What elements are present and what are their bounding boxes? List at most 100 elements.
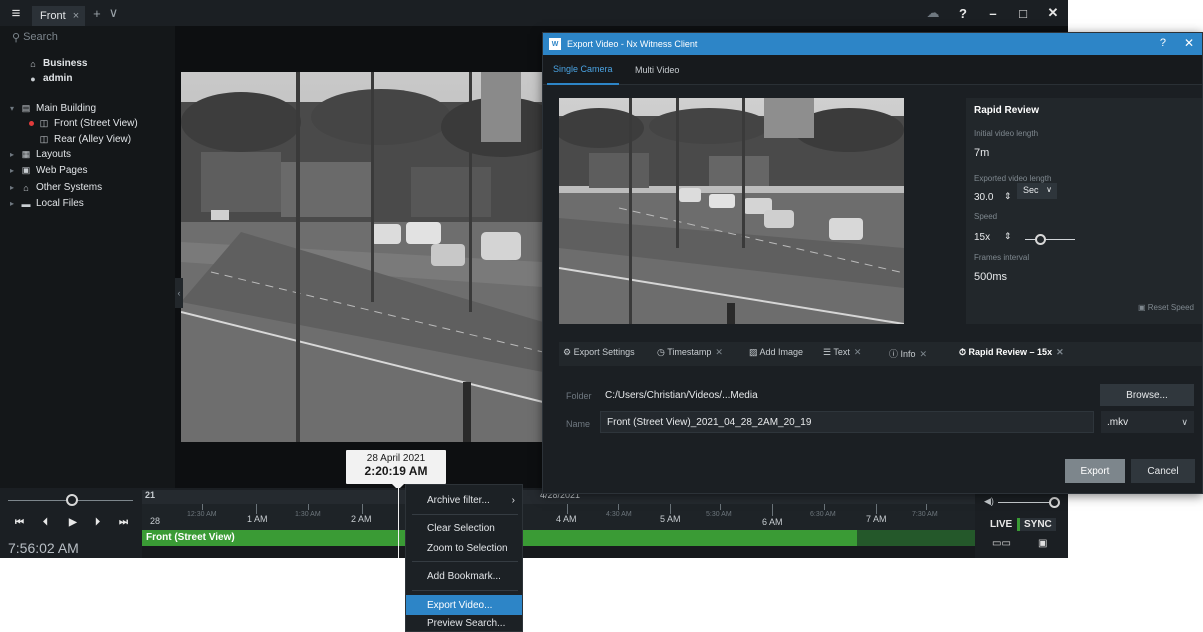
export-button[interactable]: Export xyxy=(1065,459,1125,483)
dialog-close-icon[interactable]: ✕ xyxy=(1184,36,1194,50)
expand-arrow-icon[interactable]: ▸ xyxy=(10,183,17,192)
tree-item-local-files[interactable]: ▸ ▬ Local Files xyxy=(10,198,84,209)
menu-item-label: Archive filter... xyxy=(427,494,490,506)
step-forward-icon[interactable]: ⏵ xyxy=(95,517,100,528)
camera-video-front[interactable] xyxy=(181,72,543,442)
current-time: 7:56:02 AM xyxy=(8,540,79,556)
timeline-camera-label: Front (Street View) xyxy=(146,532,235,543)
chip-remove-icon[interactable]: ✕ xyxy=(715,347,723,357)
to-end-icon[interactable]: ⏭ xyxy=(119,517,128,528)
tab-multi-video[interactable]: Multi Video xyxy=(635,55,679,85)
search-icon: ⚲ xyxy=(12,31,21,44)
folder-path[interactable]: C:/Users/Christian/Videos/...Media xyxy=(605,390,758,401)
volume-slider-track[interactable] xyxy=(998,502,1050,503)
tab-close-icon[interactable]: × xyxy=(73,10,79,22)
timeline-cursor[interactable] xyxy=(398,486,399,558)
tick-label: 2 AM xyxy=(351,514,372,524)
sidebar-toggle-handle[interactable]: ‹ xyxy=(175,278,183,308)
rapid-review-panel: Rapid Review Initial video length 7m Exp… xyxy=(966,98,1202,324)
extension-select[interactable]: .mkv ∨ xyxy=(1101,411,1194,433)
spin-arrows-icon[interactable]: ⇕ xyxy=(1004,231,1012,242)
tree-item-other-systems[interactable]: ▸ ⌂ Other Systems xyxy=(10,182,102,193)
text-icon: ☰ xyxy=(823,347,834,357)
tree-item-front-street-view[interactable]: ◫ Front (Street View) xyxy=(29,118,138,129)
tick-label: 6 AM xyxy=(762,517,783,527)
browse-button[interactable]: Browse... xyxy=(1100,384,1194,406)
tree-item-label: Web Pages xyxy=(36,165,88,176)
volume-icon[interactable]: ◀) xyxy=(984,496,994,507)
expand-arrow-icon[interactable]: ▸ xyxy=(10,150,17,159)
timeline-scrollbar[interactable] xyxy=(142,546,975,558)
tab-single-camera[interactable]: Single Camera xyxy=(547,55,619,85)
expand-arrow-icon[interactable]: ▸ xyxy=(10,166,17,175)
menu-item-zoom-to-selection[interactable]: Zoom to Selection xyxy=(406,538,522,558)
chip-text[interactable]: ☰ Text ✕ xyxy=(823,347,861,358)
recorded-chunk-dark[interactable] xyxy=(857,530,975,546)
live-button[interactable]: LIVE xyxy=(990,519,1012,530)
calendar-icon[interactable]: ▣ xyxy=(1038,538,1047,549)
help-icon[interactable]: ? xyxy=(948,6,978,21)
unit-select[interactable]: Sec ∨ xyxy=(1017,183,1057,199)
reset-speed-button[interactable]: ▣ Reset Speed xyxy=(1138,303,1194,312)
minimize-icon[interactable]: – xyxy=(978,6,1008,21)
menu-item-archive-filter[interactable]: Archive filter... › xyxy=(406,490,522,510)
chip-export-settings[interactable]: ⚙ Export Settings xyxy=(563,347,635,358)
tree-item-business[interactable]: ⌂ Business xyxy=(27,58,87,69)
maximize-icon[interactable]: □ xyxy=(1008,6,1038,21)
thumbnails-toggle-icon[interactable]: ▭▭ xyxy=(992,538,1011,549)
tree-item-layouts[interactable]: ▸ ▦ Layouts xyxy=(10,149,71,160)
volume-slider-handle[interactable] xyxy=(1049,497,1060,508)
close-icon[interactable]: ✕ xyxy=(1038,5,1068,21)
to-start-icon[interactable]: ⏮ xyxy=(15,517,24,528)
unit-value: Sec xyxy=(1023,185,1039,195)
tick-mark xyxy=(772,504,773,516)
menu-item-add-bookmark[interactable]: Add Bookmark... xyxy=(406,566,522,586)
tick-mark xyxy=(256,504,257,514)
chip-rapid-review[interactable]: ⏱ Rapid Review – 15x ✕ xyxy=(959,347,1064,358)
name-input[interactable]: Front (Street View)_2021_04_28_2AM_20_19 xyxy=(600,411,1094,433)
chip-add-image[interactable]: ▨ Add Image xyxy=(749,347,803,358)
home-outline-icon: ⌂ xyxy=(23,182,29,193)
exported-length-value[interactable]: 30.0 xyxy=(974,192,993,203)
main-menu-icon[interactable]: ≡ xyxy=(0,0,32,26)
step-back-icon[interactable]: ⏴ xyxy=(43,517,48,528)
add-tab-icon[interactable]: + xyxy=(93,6,101,21)
play-icon[interactable]: ▶ xyxy=(69,517,77,528)
tick-mark xyxy=(567,504,568,514)
chip-timestamp[interactable]: ◷ Timestamp ✕ xyxy=(657,347,723,358)
speed-slider-handle[interactable] xyxy=(1035,234,1046,245)
initial-length-label: Initial video length xyxy=(974,129,1039,138)
sync-button[interactable]: SYNC xyxy=(1017,518,1056,531)
menu-item-clear-selection[interactable]: Clear Selection xyxy=(406,518,522,538)
tree-item-rear-alley-view[interactable]: ◫ Rear (Alley View) xyxy=(38,134,131,145)
tab-front[interactable]: Front × xyxy=(32,6,86,26)
tree-item-web-pages[interactable]: ▸ ▣ Web Pages xyxy=(10,165,88,176)
search-box[interactable]: ⚲ Search xyxy=(0,26,175,48)
spin-arrows-icon[interactable]: ⇕ xyxy=(1004,191,1012,202)
expand-arrow-icon[interactable]: ▸ xyxy=(10,199,17,208)
tabs-menu-icon[interactable]: ∨ xyxy=(109,5,119,21)
chip-remove-icon[interactable]: ✕ xyxy=(920,349,928,359)
tick-label: 4 AM xyxy=(556,514,577,524)
extension-value: .mkv xyxy=(1107,416,1129,428)
tree-item-admin[interactable]: ● admin xyxy=(27,73,72,84)
tick-label: 5 AM xyxy=(660,514,681,524)
dialog-tabs: Single Camera Multi Video xyxy=(543,55,1202,85)
tree-item-main-building[interactable]: ▾ ▤ Main Building xyxy=(10,103,96,114)
name-input-value: Front (Street View)_2021_04_28_2AM_20_19 xyxy=(607,417,812,428)
dialog-help-icon[interactable]: ? xyxy=(1160,37,1166,49)
speed-slider-track[interactable] xyxy=(1025,239,1075,240)
speed-slider-handle[interactable] xyxy=(66,494,78,506)
chip-remove-icon[interactable]: ✕ xyxy=(1056,347,1064,357)
tick-label: 7:30 AM xyxy=(912,511,938,518)
chip-label: Timestamp xyxy=(667,347,712,357)
chip-info[interactable]: ⓘ Info ✕ xyxy=(889,347,927,360)
menu-item-export-video[interactable]: Export Video... xyxy=(406,595,522,615)
speed-value[interactable]: 15x xyxy=(974,232,990,243)
menu-item-preview-search[interactable]: Preview Search... xyxy=(406,614,522,632)
expand-arrow-icon[interactable]: ▾ xyxy=(10,104,17,113)
cloud-icon[interactable]: ☁ xyxy=(918,5,948,21)
window-controls: ☁ ? – □ ✕ xyxy=(918,0,1068,26)
cancel-button[interactable]: Cancel xyxy=(1131,459,1195,483)
chip-remove-icon[interactable]: ✕ xyxy=(854,347,862,357)
